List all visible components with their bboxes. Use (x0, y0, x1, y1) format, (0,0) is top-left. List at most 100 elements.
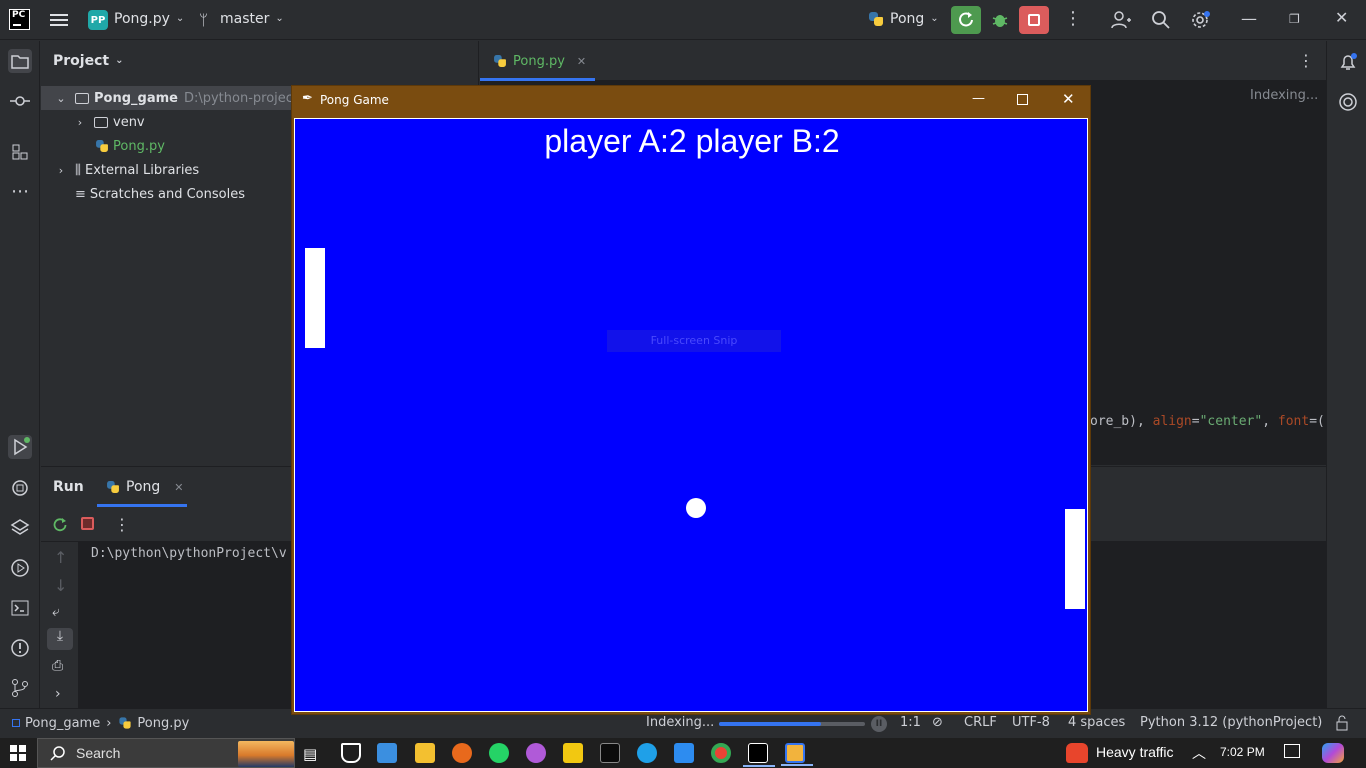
code-with-me-icon[interactable] (1110, 10, 1132, 34)
ai-assistant-icon[interactable] (1337, 91, 1359, 117)
python-packages-icon[interactable] (8, 476, 32, 500)
terminal-icon[interactable] (8, 596, 32, 620)
code-token: align (1152, 414, 1192, 429)
scroll-to-end-icon[interactable]: ⤓ (47, 628, 73, 650)
chevron-right-icon: › (58, 163, 64, 177)
pong-window-titlebar[interactable]: ✒ Pong Game — ✕ (292, 86, 1090, 115)
maximize-icon[interactable]: ❐ (1289, 11, 1300, 27)
code-line[interactable]: ore_b), align="center", font=( (1090, 414, 1326, 429)
run-tool-icon[interactable] (8, 435, 32, 459)
project-panel-header[interactable]: Project ⌄ (53, 53, 123, 69)
file-explorer-icon[interactable] (415, 743, 435, 763)
pycharm-taskbar-icon[interactable] (743, 743, 775, 767)
arrow-up-icon[interactable]: ↑ (54, 550, 67, 566)
power-bi-icon[interactable] (563, 743, 583, 763)
breadcrumb-separator-icon: › (106, 715, 112, 731)
chrome-icon[interactable] (711, 743, 731, 763)
clock[interactable]: 7:02 PM (1220, 745, 1265, 759)
branch-label: master (220, 11, 270, 27)
project-selector[interactable]: Pong.py ⌄ (114, 11, 184, 27)
terminal-app-icon[interactable] (600, 743, 620, 763)
soft-wrap-icon[interactable]: ⤶ (52, 604, 60, 620)
pong-game-window: ✒ Pong Game — ✕ player A:2 player B:2 Fu… (291, 85, 1091, 715)
tree-item-external-libraries[interactable]: › ⫼ External Libraries (41, 158, 199, 182)
close-tab-icon[interactable]: ✕ (577, 55, 586, 68)
notifications-bell-icon[interactable] (1337, 51, 1359, 77)
more-actions-icon[interactable]: ⋮ (1064, 10, 1082, 28)
stop-icon[interactable] (81, 517, 94, 530)
search-highlight-image (238, 741, 294, 767)
paint-icon[interactable] (526, 743, 546, 763)
run-tab-pong[interactable]: Pong ✕ (105, 467, 187, 507)
line-separator[interactable]: CRLF (964, 715, 997, 730)
services-icon[interactable] (8, 556, 32, 580)
problems-icon[interactable] (8, 636, 32, 660)
chevron-up-icon[interactable]: ︿ (1192, 743, 1206, 763)
run-gutter: ↑ ↓ ⤶ ⤓ ⎙ › (41, 542, 79, 709)
branch-selector[interactable]: master ⌄ (220, 11, 284, 27)
close-icon[interactable]: ✕ (1335, 10, 1348, 26)
readonly-toggle-icon[interactable]: ⊘ (932, 715, 943, 730)
maximize-icon[interactable] (1017, 94, 1028, 105)
more-tools-icon[interactable]: ⋯ (8, 180, 32, 204)
vscode-icon[interactable] (674, 743, 694, 763)
arrow-down-icon[interactable]: ↓ (54, 578, 67, 594)
task-view-icon[interactable]: ▤ (303, 745, 317, 763)
indexing-status: Indexing... (646, 715, 715, 730)
microsoft-store-icon[interactable] (377, 743, 397, 763)
close-tab-icon[interactable]: ✕ (174, 481, 183, 494)
copilot-icon[interactable] (1322, 743, 1344, 763)
code-token: =( (1309, 414, 1325, 429)
stop-button[interactable] (1019, 6, 1049, 34)
caret-position[interactable]: 1:1 (900, 715, 921, 730)
pause-indexing-icon[interactable]: II (871, 716, 887, 732)
minimize-icon[interactable]: — (1241, 11, 1257, 27)
edge-icon[interactable] (637, 743, 657, 763)
ball (686, 498, 706, 518)
more-actions-icon[interactable]: ⋮ (114, 517, 130, 533)
traffic-car-icon[interactable] (1066, 743, 1088, 763)
tree-item-scratches[interactable]: ≡ Scratches and Consoles (41, 182, 245, 206)
structure-icon[interactable] (8, 140, 32, 164)
minimize-icon[interactable]: — (972, 91, 985, 106)
layers-icon[interactable] (8, 516, 32, 540)
windows-start-icon[interactable] (10, 745, 26, 765)
print-icon[interactable]: ⎙ (52, 658, 63, 674)
tab-pong-py[interactable]: Pong.py ✕ (480, 41, 595, 81)
python-taskbar-icon[interactable] (781, 743, 813, 766)
taskbar-search-box[interactable]: Search (37, 738, 295, 768)
python-interpreter[interactable]: Python 3.12 (pythonProject) (1140, 715, 1322, 730)
close-icon[interactable]: ✕ (1062, 90, 1075, 108)
pycharm-logo-icon: PC (9, 9, 30, 30)
settings-gear-icon[interactable] (1190, 9, 1212, 35)
breadcrumb-file[interactable]: Pong.py (137, 716, 189, 731)
pong-canvas[interactable]: player A:2 player B:2 Full-screen Snip (294, 118, 1088, 712)
whatsapp-icon[interactable] (489, 743, 509, 763)
git-icon[interactable] (8, 676, 32, 700)
lock-icon[interactable] (1335, 715, 1349, 735)
run-config-selector[interactable]: Pong ⌄ (868, 11, 939, 27)
commit-icon[interactable] (8, 89, 32, 113)
project-tool-folder-icon[interactable] (8, 49, 32, 73)
debug-button[interactable] (990, 10, 1010, 34)
search-icon[interactable] (1151, 10, 1171, 34)
firefox-icon[interactable] (452, 743, 472, 763)
chevron-down-icon: ⌄ (175, 13, 185, 24)
rerun-button[interactable] (951, 6, 981, 34)
breadcrumb-project[interactable]: Pong_game (25, 716, 100, 731)
project-badge[interactable]: PP (88, 10, 108, 30)
tree-item-venv[interactable]: › venv (41, 110, 145, 134)
rerun-icon[interactable] (52, 516, 68, 536)
main-menu-icon[interactable] (50, 12, 68, 28)
chevron-right-icon[interactable]: › (55, 686, 61, 702)
python-file-icon (95, 139, 109, 153)
file-encoding[interactable]: UTF-8 (1012, 715, 1050, 730)
tree-item-pong-py[interactable]: Pong.py (41, 134, 165, 158)
notification-center-icon[interactable] (1284, 744, 1300, 758)
security-shield-icon[interactable] (341, 743, 361, 763)
traffic-status[interactable]: Heavy traffic (1096, 744, 1174, 760)
tree-item-label: Scratches and Consoles (89, 186, 245, 202)
tabs-more-icon[interactable]: ⋮ (1298, 53, 1314, 69)
library-icon: ⫼ (75, 162, 81, 178)
indent-setting[interactable]: 4 spaces (1068, 715, 1125, 730)
